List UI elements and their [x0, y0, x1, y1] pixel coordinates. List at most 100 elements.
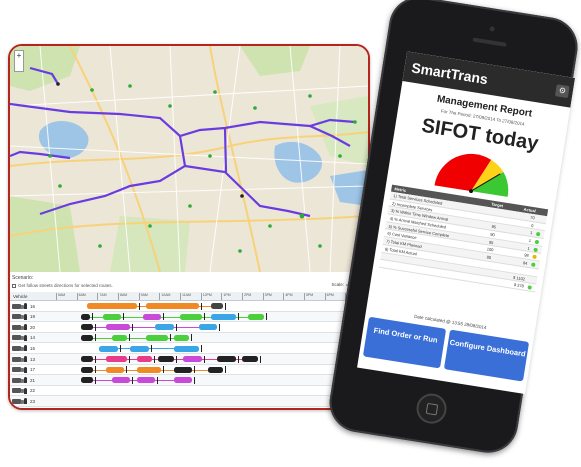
job-bar[interactable] — [99, 345, 118, 352]
vehicle-row[interactable]: 19 — [10, 311, 368, 323]
job-bar[interactable] — [173, 377, 193, 384]
driver-icon — [24, 303, 27, 309]
job-bar[interactable] — [80, 366, 94, 373]
kpi-status — [527, 275, 536, 283]
follow-streets-option[interactable]: Get follow streets directions for select… — [12, 283, 113, 288]
job-bar[interactable] — [207, 366, 224, 373]
driver-icon — [24, 345, 27, 352]
job-bar[interactable] — [211, 303, 224, 310]
kpi-table: Metric Target Actual 1) Total Services S… — [378, 184, 549, 293]
job-bar[interactable] — [173, 345, 199, 352]
status-dot-icon — [526, 285, 532, 290]
job-marker — [237, 355, 239, 363]
follow-streets-checkbox[interactable] — [12, 283, 16, 288]
job-marker — [203, 355, 205, 363]
driver-icon — [24, 334, 27, 341]
driver-icon — [24, 398, 27, 405]
job-marker — [120, 344, 121, 352]
time-tick: 2PM — [242, 293, 251, 300]
job-marker — [157, 376, 159, 384]
vehicle-row[interactable]: 21 — [10, 375, 368, 386]
job-marker — [175, 323, 177, 331]
job-marker — [259, 355, 261, 363]
phone-shell: SmartTrans ⚙ Management Report For The P… — [325, 0, 581, 457]
vehicle-number: 19 — [30, 314, 36, 320]
truck-icon — [12, 345, 24, 351]
map-canvas[interactable] — [10, 46, 368, 272]
job-bar[interactable] — [102, 313, 122, 320]
vehicle-row[interactable]: 22 — [10, 386, 368, 397]
job-bar[interactable] — [145, 303, 199, 310]
vehicle-row[interactable]: 16 — [10, 301, 368, 312]
job-marker — [95, 366, 97, 374]
truck-icon — [12, 324, 24, 330]
job-bar[interactable] — [173, 335, 190, 342]
job-bar[interactable] — [130, 345, 149, 352]
time-tick: 1PM — [221, 293, 231, 300]
truck-icon — [12, 377, 24, 383]
vehicle-row[interactable]: 15 — [10, 343, 368, 354]
vehicle-row[interactable]: 13 — [10, 354, 368, 365]
job-bar[interactable] — [211, 313, 236, 320]
job-bar[interactable] — [105, 366, 125, 373]
job-bar[interactable] — [248, 313, 264, 320]
find-order-button[interactable]: Find Order or Run — [362, 316, 447, 369]
job-bar[interactable] — [242, 356, 258, 363]
job-bar[interactable] — [80, 324, 94, 331]
job-marker — [95, 355, 97, 363]
job-bar[interactable] — [111, 377, 131, 384]
status-dot-icon — [531, 254, 537, 260]
job-marker — [151, 344, 152, 352]
driver-icon — [24, 366, 27, 373]
job-bar[interactable] — [173, 366, 193, 373]
job-bar[interactable] — [183, 356, 202, 363]
job-marker — [203, 313, 205, 321]
job-bar[interactable] — [136, 356, 153, 363]
job-bar[interactable] — [217, 356, 236, 363]
job-marker — [265, 313, 267, 321]
job-bar[interactable] — [198, 324, 218, 331]
time-tick: 5AM — [56, 293, 65, 300]
job-marker — [163, 313, 165, 321]
vehicle-number: 13 — [30, 356, 36, 362]
home-button[interactable] — [414, 391, 449, 426]
job-bar[interactable] — [158, 356, 174, 363]
route-map[interactable]: + — [10, 46, 368, 272]
job-bar[interactable] — [105, 356, 128, 363]
vehicle-row[interactable]: 14 — [10, 332, 368, 344]
kpi-status — [529, 260, 538, 268]
time-tick: 9AM — [138, 293, 148, 300]
configure-dashboard-button[interactable]: Configure Dashboard — [443, 329, 530, 382]
kpi-status — [534, 230, 543, 238]
time-tick: 12PM — [200, 293, 212, 300]
job-bar[interactable] — [80, 313, 91, 320]
time-tick: 3PM — [262, 293, 272, 300]
job-bar[interactable] — [87, 303, 137, 310]
status-dot-icon — [535, 232, 540, 237]
gear-icon[interactable]: ⚙ — [554, 84, 570, 99]
kpi-status — [533, 238, 542, 246]
job-bar[interactable] — [142, 313, 162, 320]
job-bar[interactable] — [136, 377, 156, 384]
job-marker — [194, 366, 196, 374]
job-bar[interactable] — [136, 366, 162, 373]
job-bar[interactable] — [80, 356, 94, 363]
job-bar[interactable] — [105, 324, 131, 331]
vehicle-row[interactable]: 20 — [10, 322, 368, 333]
vehicle-row[interactable]: 23 — [10, 396, 368, 407]
vehicle-row[interactable]: 17 — [10, 365, 368, 376]
job-marker — [95, 334, 97, 342]
job-bar[interactable] — [180, 313, 202, 320]
driver-icon — [24, 377, 27, 384]
job-bar[interactable] — [80, 335, 94, 342]
time-tick: 8AM — [118, 293, 127, 300]
job-marker — [129, 334, 131, 342]
map-zoom-control[interactable]: + — [14, 50, 24, 72]
job-bar[interactable] — [155, 324, 174, 331]
gantt-header: Vehicle 5AM 6AM 7AM 8AM 9AM 10AM 11AM 12PM 1PM 2P… — [10, 292, 368, 301]
job-bar[interactable] — [145, 335, 168, 342]
driver-icon — [24, 356, 27, 362]
truck-icon — [12, 335, 24, 341]
job-bar[interactable] — [80, 377, 94, 384]
job-bar[interactable] — [111, 335, 128, 342]
